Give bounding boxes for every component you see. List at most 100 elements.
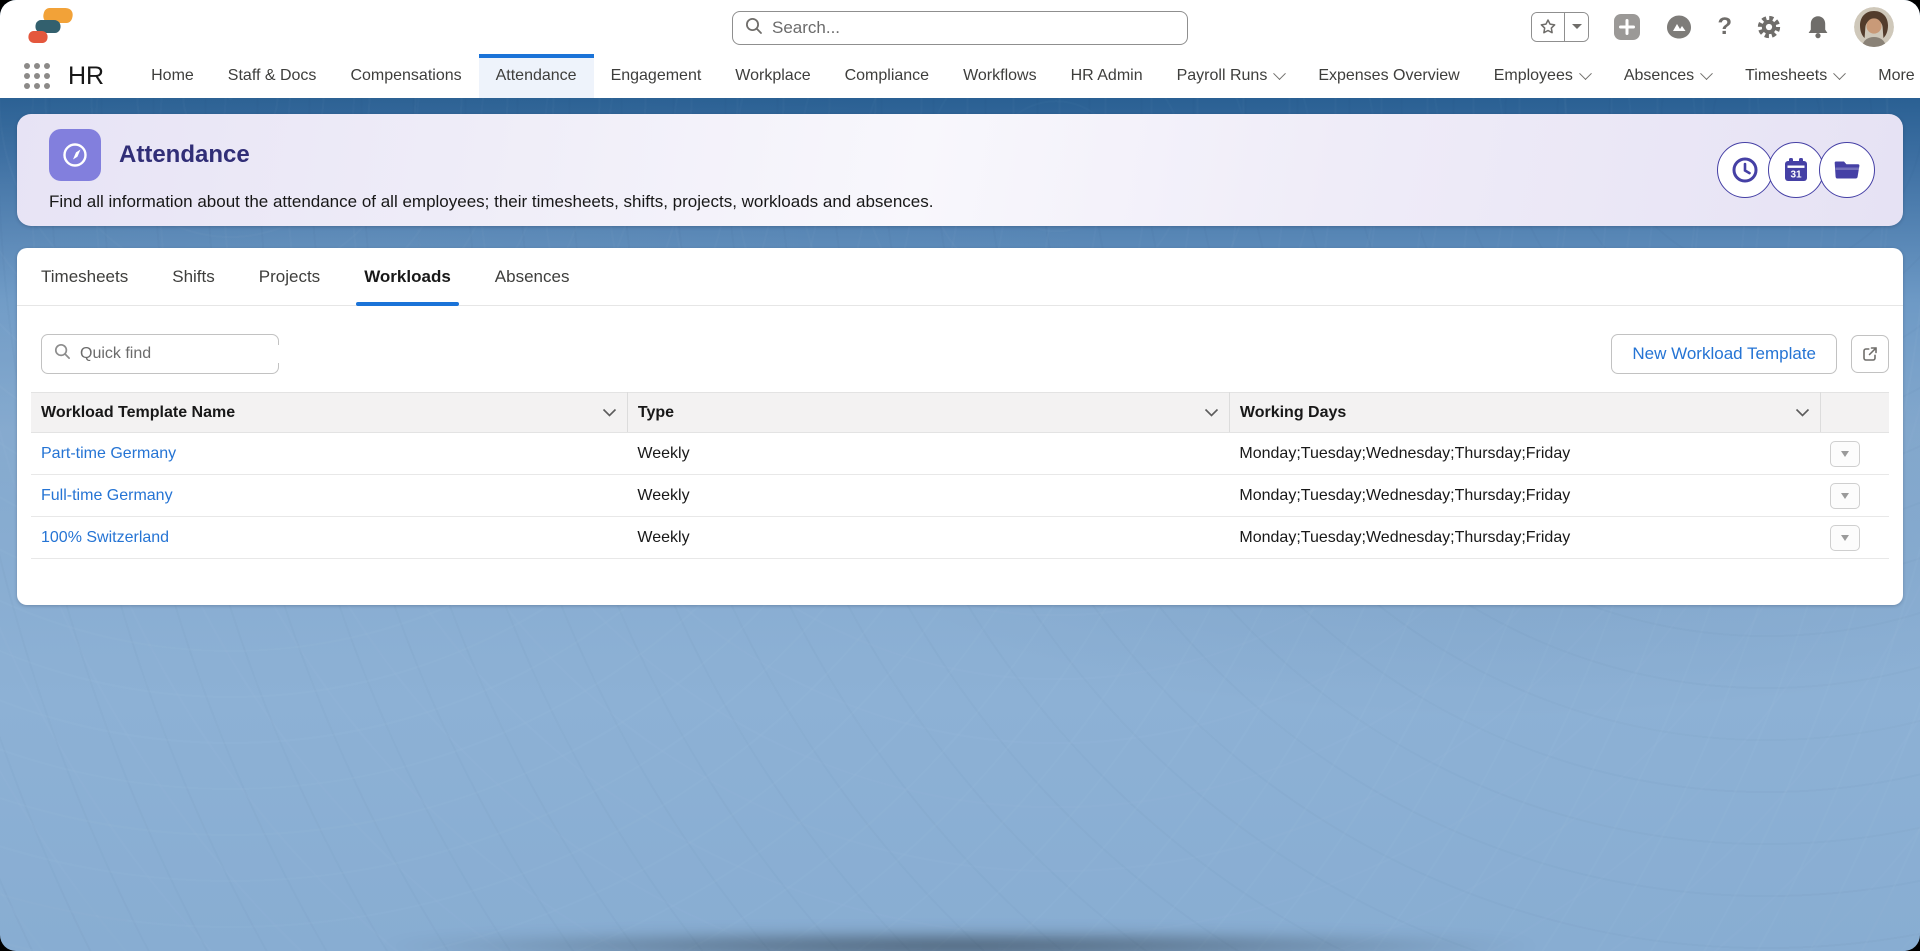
search-icon <box>745 17 763 40</box>
content-card: Timesheets Shifts Projects Workloads Abs… <box>17 248 1903 605</box>
working-days-cell: Monday;Tuesday;Wednesday;Thursday;Friday <box>1229 433 1820 475</box>
working-days-cell: Monday;Tuesday;Wednesday;Thursday;Friday <box>1229 475 1820 517</box>
svg-text:31: 31 <box>1790 170 1802 181</box>
dock-shadow <box>384 931 1536 951</box>
type-cell: Weekly <box>627 475 1229 517</box>
nav-tab-label: Attendance <box>496 67 577 85</box>
global-search-input[interactable] <box>772 18 1175 38</box>
folder-button[interactable] <box>1819 142 1875 198</box>
global-search[interactable] <box>732 11 1188 45</box>
nav-tab[interactable]: Workflows <box>946 54 1054 98</box>
clock-button[interactable] <box>1717 142 1773 198</box>
caret-down-icon <box>1841 493 1849 503</box>
nav-tab[interactable]: Expenses Overview <box>1301 54 1476 98</box>
nav-tab[interactable]: Engagement <box>594 54 719 98</box>
column-header-actions <box>1820 393 1889 433</box>
nav-tab-label: More <box>1878 67 1914 85</box>
nav-tab-label: Timesheets <box>1745 67 1827 85</box>
nav-tab[interactable]: Compensations <box>333 54 478 98</box>
subtab[interactable]: Projects <box>259 248 320 305</box>
workload-template-link[interactable]: 100% Switzerland <box>41 529 169 546</box>
subtab[interactable]: Shifts <box>172 248 215 305</box>
nav-tab[interactable]: Compliance <box>828 54 946 98</box>
nav-tab[interactable]: Home <box>134 54 211 98</box>
row-actions-button[interactable] <box>1830 483 1860 509</box>
page-description: Find all information about the attendanc… <box>49 192 1871 212</box>
content-subtabs: Timesheets Shifts Projects Workloads Abs… <box>17 248 1903 306</box>
caret-down-icon <box>1841 535 1849 545</box>
row-actions-button[interactable] <box>1830 441 1860 467</box>
chevron-down-icon <box>1579 67 1592 80</box>
subtab-label: Absences <box>495 267 570 287</box>
subtab-label: Workloads <box>364 267 451 287</box>
app-launcher-icon[interactable] <box>24 63 50 89</box>
nav-tab[interactable]: Timesheets <box>1728 54 1861 98</box>
caret-down-icon <box>1841 451 1849 461</box>
table-row: 100% Switzerland Weekly Monday;Tuesday;W… <box>31 517 1889 559</box>
open-in-new-button[interactable] <box>1851 335 1889 373</box>
add-icon[interactable] <box>1613 13 1641 41</box>
chevron-down-icon <box>1700 67 1713 80</box>
nav-tab[interactable]: Staff & Docs <box>211 54 334 98</box>
chevron-down-icon <box>1273 67 1286 80</box>
chevron-down-icon <box>1833 67 1846 80</box>
subtab[interactable]: Absences <box>495 248 570 305</box>
chevron-down-icon[interactable] <box>1204 408 1219 417</box>
chevron-down-icon[interactable] <box>602 408 617 417</box>
user-avatar[interactable] <box>1854 7 1894 47</box>
nav-tabs: Home Staff & Docs Compensations <box>134 54 1920 98</box>
subtab[interactable]: Timesheets <box>41 248 128 305</box>
quick-find[interactable] <box>41 334 279 374</box>
nav-tab[interactable]: More <box>1861 54 1920 98</box>
nav-tab[interactable]: Employees <box>1477 54 1607 98</box>
help-icon[interactable]: ? <box>1717 15 1732 39</box>
app-navigation-bar: HR Home Staff & Docs Compensations <box>0 54 1920 98</box>
nav-tab[interactable]: Absences <box>1607 54 1728 98</box>
column-header-working-days[interactable]: Working Days <box>1229 393 1820 433</box>
nav-tab-label: Payroll Runs <box>1177 67 1268 85</box>
nav-tab-label: Absences <box>1624 67 1694 85</box>
global-header: ? <box>0 0 1920 54</box>
workload-templates-table: Workload Template Name Type Working Days… <box>31 392 1889 559</box>
nav-tab[interactable]: Payroll Runs <box>1160 54 1302 98</box>
type-cell: Weekly <box>627 433 1229 475</box>
workload-template-link[interactable]: Part-time Germany <box>41 445 176 462</box>
nav-tab-label: Compensations <box>350 67 461 85</box>
workload-template-link[interactable]: Full-time Germany <box>41 487 173 504</box>
nav-tab[interactable]: Workplace <box>718 54 827 98</box>
column-header-name[interactable]: Workload Template Name <box>31 393 627 433</box>
setup-gear-icon[interactable] <box>1756 14 1782 40</box>
nav-tab-label: Workflows <box>963 67 1037 85</box>
nav-tab-label: Employees <box>1494 67 1573 85</box>
type-cell: Weekly <box>627 517 1229 559</box>
company-logo[interactable] <box>26 7 78 47</box>
subtab-label: Projects <box>259 267 320 287</box>
column-header-type[interactable]: Type <box>627 393 1229 433</box>
nav-tab[interactable]: Attendance <box>479 54 594 98</box>
working-days-cell: Monday;Tuesday;Wednesday;Thursday;Friday <box>1229 517 1820 559</box>
nav-tab[interactable]: HR Admin <box>1054 54 1160 98</box>
favorites-star-icon[interactable] <box>1532 13 1564 41</box>
trailhead-icon[interactable] <box>1665 14 1693 40</box>
nav-tab-label: Workplace <box>735 67 810 85</box>
search-icon <box>54 343 71 365</box>
notifications-bell-icon[interactable] <box>1806 14 1830 40</box>
app-name: HR <box>68 62 104 91</box>
favorites-button <box>1531 12 1589 42</box>
quick-find-input[interactable] <box>80 345 287 363</box>
calendar-button[interactable]: 31 <box>1768 142 1824 198</box>
attendance-compass-icon <box>49 129 101 181</box>
nav-tab-label: Expenses Overview <box>1318 67 1459 85</box>
subtab-label: Shifts <box>172 267 215 287</box>
nav-tab-label: Staff & Docs <box>228 67 317 85</box>
subtab[interactable]: Workloads <box>364 248 451 305</box>
table-header-row: Workload Template Name Type Working Days <box>31 393 1889 433</box>
favorites-caret-icon[interactable] <box>1564 13 1588 41</box>
page-title: Attendance <box>119 141 250 169</box>
new-workload-template-button[interactable]: New Workload Template <box>1611 334 1837 374</box>
table-row: Full-time Germany Weekly Monday;Tuesday;… <box>31 475 1889 517</box>
subtab-label: Timesheets <box>41 267 128 287</box>
nav-tab-label: Compliance <box>845 67 929 85</box>
chevron-down-icon[interactable] <box>1795 408 1810 417</box>
row-actions-button[interactable] <box>1830 525 1860 551</box>
